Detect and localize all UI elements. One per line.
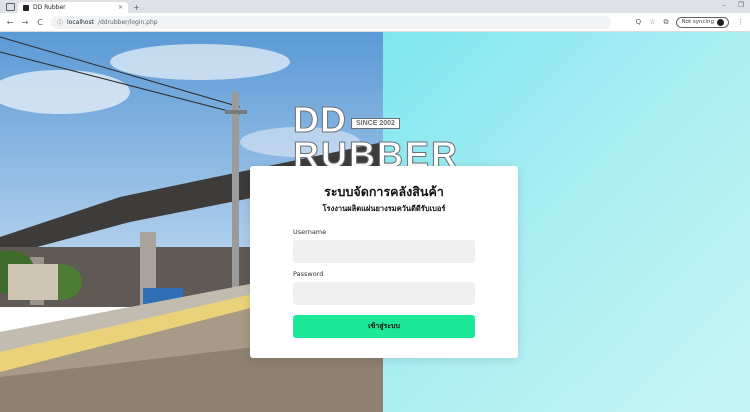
page-title: ระบบจัดการคลังสินค้า: [324, 184, 444, 199]
close-tab-icon[interactable]: ×: [118, 4, 123, 11]
bookmark-star-icon[interactable]: ☆: [649, 18, 655, 26]
reload-icon[interactable]: C: [36, 18, 44, 27]
login-button[interactable]: เข้าสู่ระบบ: [293, 315, 475, 338]
tab-title: DD Rubber: [33, 4, 66, 11]
password-input[interactable]: [293, 282, 475, 305]
favicon-icon: [23, 4, 29, 11]
page-viewport: DD SINCE 2002 RUBBER ระบบจัดการคลังสินค้…: [0, 32, 750, 412]
url-field[interactable]: ⓘ localhost/ddrubber/login.php: [51, 15, 611, 29]
url-path: /ddrubber/login.php: [97, 18, 158, 26]
logo-line1: DD: [293, 99, 347, 140]
info-icon[interactable]: ⓘ: [57, 18, 63, 27]
url-host: localhost: [67, 18, 94, 26]
restore-icon[interactable]: ❐: [738, 1, 744, 9]
avatar: [717, 18, 724, 26]
back-icon[interactable]: ←: [6, 18, 14, 27]
tab-search-icon[interactable]: ⧉: [663, 18, 668, 27]
forward-icon[interactable]: →: [21, 18, 29, 27]
password-label: Password: [293, 270, 324, 278]
username-input[interactable]: [293, 240, 475, 263]
new-tab-button[interactable]: +: [133, 3, 140, 12]
minimize-icon[interactable]: –: [722, 1, 726, 9]
login-card: ระบบจัดการคลังสินค้า โรงงานผลิตแผ่นยางรม…: [250, 166, 518, 358]
logo-since-badge: SINCE 2002: [351, 118, 400, 129]
address-bar: ← → C ⓘ localhost/ddrubber/login.php Q ☆…: [0, 13, 750, 32]
browser-tab-bar: DD Rubber × + – ❐: [0, 0, 750, 13]
tab-actions-icon[interactable]: [6, 3, 15, 11]
menu-icon[interactable]: ⋮: [737, 18, 744, 26]
search-icon[interactable]: Q: [636, 18, 642, 26]
profile-sync-button[interactable]: Not syncing: [676, 16, 729, 28]
page-subtitle: โรงงานผลิตแผ่นยางรมควันดีดีรับเบอร์: [322, 204, 446, 213]
browser-toolbar: Q ☆ ⧉ Not syncing ⋮: [636, 16, 744, 28]
browser-tab[interactable]: DD Rubber ×: [18, 2, 128, 13]
window-controls: – ❐: [722, 1, 744, 9]
pause-label: Not syncing: [681, 19, 714, 25]
username-label: Username: [293, 228, 327, 236]
